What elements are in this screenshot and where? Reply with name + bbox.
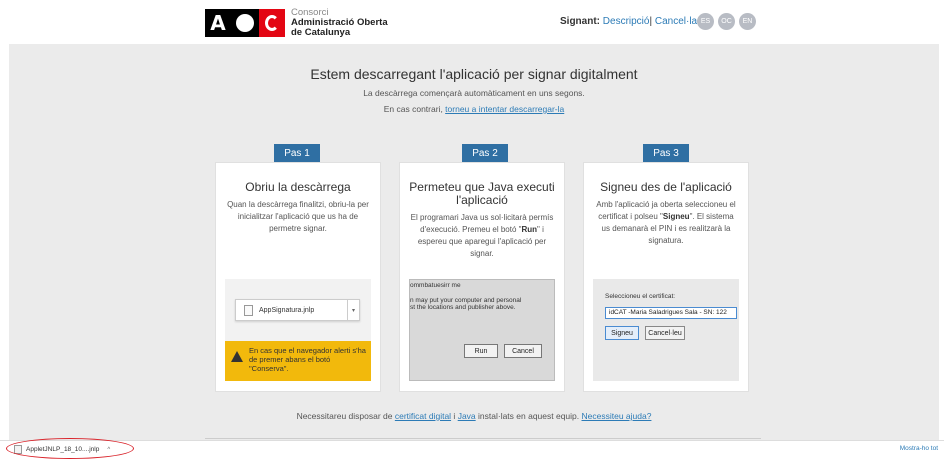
signant-description-link[interactable]: Descripció bbox=[603, 16, 650, 27]
step-3-text: Amb l'aplicació ja oberta seleccioneu el… bbox=[584, 199, 748, 247]
step-3-text-bold: Signeu bbox=[662, 212, 690, 221]
step-2-badge: Pas 2 bbox=[462, 144, 508, 162]
signant-cancel-link[interactable]: Cancel·la bbox=[655, 16, 697, 27]
lang-en-button[interactable]: EN bbox=[739, 13, 756, 30]
requirements-suffix: instal·lats en aquest equip. bbox=[475, 411, 582, 421]
java-link[interactable]: Java bbox=[458, 411, 476, 421]
warning-icon bbox=[231, 351, 243, 362]
header: A Consorci Administració Oberta de Catal… bbox=[0, 0, 944, 44]
certificate-label: Seleccioneu el certificat: bbox=[605, 293, 676, 300]
file-icon bbox=[244, 304, 253, 316]
page-title: Estem descarregant l'aplicació per signa… bbox=[310, 66, 638, 82]
logo-text: Consorci Administració Oberta de Catalun… bbox=[291, 8, 388, 38]
step-1-badge: Pas 1 bbox=[274, 144, 320, 162]
step-3-badge: Pas 3 bbox=[643, 144, 689, 162]
step-1-title: Obriu la descàrrega bbox=[245, 180, 351, 194]
sign-app-illustration: Seleccioneu el certificat: idCAT -Maria … bbox=[593, 279, 739, 381]
lang-es-button[interactable]: ES bbox=[697, 13, 714, 30]
language-switcher: ES OC EN bbox=[697, 13, 756, 30]
download-file-button: AppSignatura.jnlp ▾ bbox=[235, 299, 360, 321]
requirements-prefix: Necessitareu disposar de bbox=[296, 411, 395, 421]
dialog-line-1: ommbatuesirr me bbox=[410, 282, 461, 289]
chevron-down-icon: ▾ bbox=[347, 300, 359, 320]
logo-letter-a: A bbox=[205, 9, 231, 37]
java-dialog-illustration: ommbatuesirr me n may put your computer … bbox=[409, 279, 555, 381]
download-bar: AppletJNLP_18_10....jnlp ^ bbox=[0, 440, 944, 459]
dialog-line-2: n may put your computer and personal bbox=[410, 297, 522, 304]
retry-line: En cas contrari, torneu a intentar desca… bbox=[9, 104, 939, 114]
step-3-title: Signeu des de l'aplicació bbox=[600, 180, 732, 194]
logo-mark: A bbox=[205, 9, 285, 37]
step-2-card: Permeteu que Java executi l'aplicació El… bbox=[399, 162, 565, 392]
step-2-title: Permeteu que Java executi l'aplicació bbox=[409, 180, 555, 207]
sign-cancel-button: Cancel·leu bbox=[645, 326, 685, 340]
help-link[interactable]: Necessiteu ajuda? bbox=[582, 411, 652, 421]
retry-download-link[interactable]: torneu a intentar descarregar-la bbox=[445, 104, 564, 114]
step-2-text-bold: Run bbox=[521, 225, 538, 234]
logo-letter-o bbox=[231, 9, 259, 37]
certificate-field: idCAT -Maria Saladrigues Sala - SN: 122 bbox=[605, 307, 737, 319]
lang-oc-button[interactable]: OC bbox=[718, 13, 735, 30]
step-1-text: Quan la descàrrega finalitzi, obriu-la p… bbox=[227, 200, 369, 233]
certificate-link[interactable]: certificat digital bbox=[395, 411, 451, 421]
download-file-name: AppSignatura.jnlp bbox=[259, 306, 315, 314]
warning-box: En cas que el navegador alerti s'ha de p… bbox=[225, 341, 371, 381]
step-2-text: El programari Java us sol·licitarà permí… bbox=[400, 212, 564, 260]
requirements-mid: i bbox=[451, 411, 458, 421]
aoc-logo[interactable]: A Consorci Administració Oberta de Catal… bbox=[205, 8, 388, 38]
highlight-ring bbox=[6, 438, 134, 459]
logo-text-line-3: de Catalunya bbox=[291, 27, 351, 38]
show-all-link[interactable]: Mostra-ho tot bbox=[900, 445, 938, 452]
main-panel: Estem descarregant l'aplicació per signa… bbox=[9, 44, 939, 440]
requirements-text: Necessitareu disposar de certificat digi… bbox=[9, 411, 939, 421]
dialog-cancel-button: Cancel bbox=[504, 344, 542, 358]
sign-button: Signeu bbox=[605, 326, 639, 340]
footer-divider bbox=[205, 438, 761, 439]
signant-label: Signant: bbox=[560, 16, 600, 27]
run-button: Run bbox=[464, 344, 498, 358]
step-1-illustration: AppSignatura.jnlp ▾ En cas que el navega… bbox=[225, 279, 371, 381]
dialog-line-3: st the locations and publisher above. bbox=[410, 304, 516, 311]
signant-bar: Signant: Descripció| Cancel·la bbox=[560, 16, 697, 27]
page-subtitle: La descàrrega començarà automàticament e… bbox=[363, 88, 585, 98]
signant-separator: | bbox=[649, 16, 653, 27]
retry-prefix: En cas contrari, bbox=[383, 104, 446, 114]
step-1-card: Obriu la descàrrega Quan la descàrrega f… bbox=[215, 162, 381, 392]
warning-text: En cas que el navegador alerti s'ha de p… bbox=[249, 346, 366, 373]
logo-letter-c bbox=[259, 9, 285, 37]
step-3-card: Signeu des de l'aplicació Amb l'aplicaci… bbox=[583, 162, 749, 392]
